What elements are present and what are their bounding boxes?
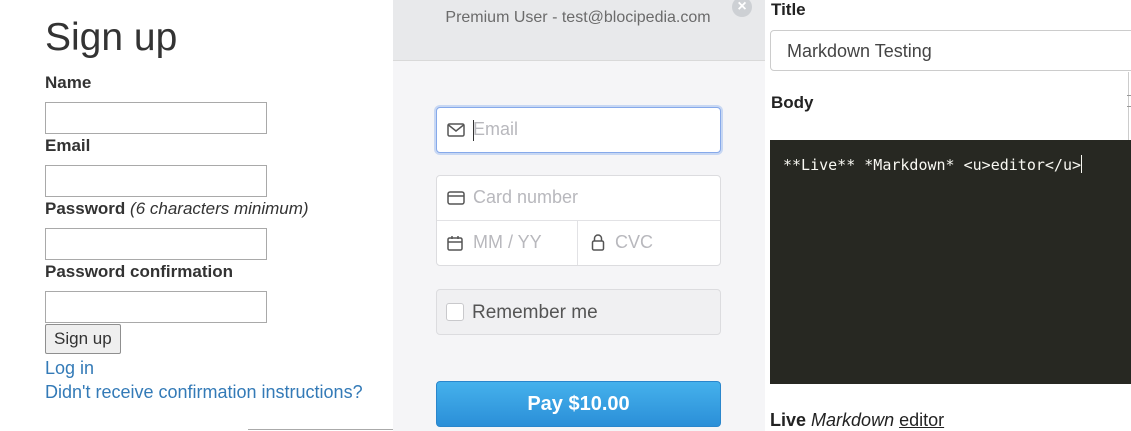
checkout-modal: Premium User - test@blocipedia.com × Ema… <box>393 0 765 431</box>
page-title: Sign up <box>45 16 178 59</box>
checkout-header: Premium User - test@blocipedia.com × <box>393 0 765 61</box>
name-label: Name <box>45 73 92 92</box>
envelope-icon <box>447 123 465 137</box>
title-input-value: Markdown Testing <box>787 41 932 61</box>
remember-me-label: Remember me <box>472 302 598 323</box>
preview-underline: editor <box>899 410 945 430</box>
signup-panel: Sign up Name Email Password (6 character… <box>0 0 393 431</box>
expiry-placeholder: MM / YY <box>473 232 542 252</box>
scrollbar-mark <box>1127 95 1131 96</box>
password-confirmation-label: Password confirmation <box>45 262 233 281</box>
title-input[interactable]: Markdown Testing <box>770 30 1131 71</box>
remember-me-checkbox[interactable] <box>446 303 464 321</box>
log-in-link[interactable]: Log in <box>45 357 94 379</box>
password-label: Password <box>45 199 126 218</box>
body-code-editor[interactable]: **Live** *Markdown* <u>editor</u> <box>770 140 1131 384</box>
markdown-editor-panel: Title Markdown Testing Body **Live** *Ma… <box>765 0 1131 431</box>
email-placeholder: Email <box>473 119 519 139</box>
calendar-icon <box>447 236 463 251</box>
preview-italic: Markdown <box>811 410 895 430</box>
lock-icon <box>591 234 605 251</box>
markdown-preview: Live Markdown editor <box>770 410 944 431</box>
body-label: Body <box>771 93 814 112</box>
text-cursor <box>473 120 474 141</box>
checkout-email-input[interactable]: Email <box>436 107 721 153</box>
cvc-placeholder: CVC <box>615 232 654 252</box>
scrollbar-mark <box>1127 106 1131 107</box>
cvc-input[interactable]: CVC <box>578 221 720 265</box>
email-label: Email <box>45 136 91 155</box>
remember-me-row[interactable]: Remember me <box>436 289 721 335</box>
title-label: Title <box>771 0 806 19</box>
password-confirmation-field[interactable] <box>45 291 267 323</box>
password-hint: (6 characters minimum) <box>130 199 309 218</box>
code-text: **Live** *Markdown* <u>editor</u> <box>783 156 1082 174</box>
preview-bold: Live <box>770 410 807 430</box>
email-field[interactable] <box>45 165 267 197</box>
expiry-input[interactable]: MM / YY <box>437 221 577 265</box>
divider <box>248 429 393 430</box>
password-label-row: Password (6 characters minimum) <box>45 199 309 219</box>
credit-card-icon <box>447 191 465 205</box>
pay-button[interactable]: Pay $10.00 <box>436 381 721 427</box>
sign-up-button[interactable]: Sign up <box>45 324 121 354</box>
checkout-user-line: Premium User - test@blocipedia.com <box>445 9 711 26</box>
card-details-group: Card number MM / YY CVC <box>436 175 721 266</box>
card-number-input[interactable]: Card number <box>437 176 720 220</box>
text-cursor <box>1081 155 1083 173</box>
code-line: **Live** *Markdown* <u>editor</u> <box>783 155 1083 174</box>
name-field[interactable] <box>45 102 267 134</box>
confirmation-instructions-link[interactable]: Didn't receive confirmation instructions… <box>45 381 363 403</box>
card-number-placeholder: Card number <box>473 187 579 207</box>
password-field[interactable] <box>45 228 267 260</box>
